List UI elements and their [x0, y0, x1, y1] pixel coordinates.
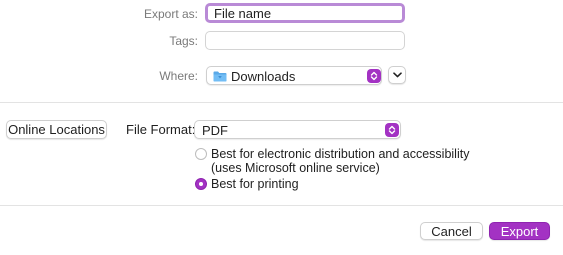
cancel-button[interactable]: Cancel [420, 222, 483, 240]
radio-best-for-printing[interactable] [195, 178, 207, 190]
option-electronic-label: Best for electronic distribution and acc… [211, 147, 470, 161]
online-locations-button[interactable]: Online Locations [6, 120, 107, 139]
export-as-field[interactable] [205, 3, 405, 23]
file-format-value: PDF [202, 123, 228, 138]
chevron-updown-icon [367, 68, 381, 83]
tags-label: Tags: [169, 34, 198, 48]
export-button[interactable]: Export [489, 222, 550, 240]
export-as-label: Export as: [143, 7, 198, 21]
expand-button[interactable] [388, 66, 406, 84]
bottom-divider [0, 205, 563, 206]
top-divider [0, 102, 563, 103]
tags-field[interactable] [205, 31, 405, 50]
file-format-popup[interactable]: PDF [194, 120, 401, 139]
file-format-label: File Format: [126, 122, 196, 137]
chevron-down-icon [392, 72, 402, 78]
folder-icon [213, 70, 227, 82]
radio-electronic-distribution[interactable] [195, 148, 207, 160]
option-printing-label: Best for printing [211, 177, 299, 191]
where-popup[interactable]: Downloads [206, 66, 382, 85]
option-electronic-sublabel: (uses Microsoft online service) [211, 161, 380, 175]
chevron-updown-icon [385, 122, 399, 137]
radio-selected-dot [199, 182, 203, 186]
where-label: Where: [159, 69, 198, 83]
where-value: Downloads [231, 69, 296, 84]
